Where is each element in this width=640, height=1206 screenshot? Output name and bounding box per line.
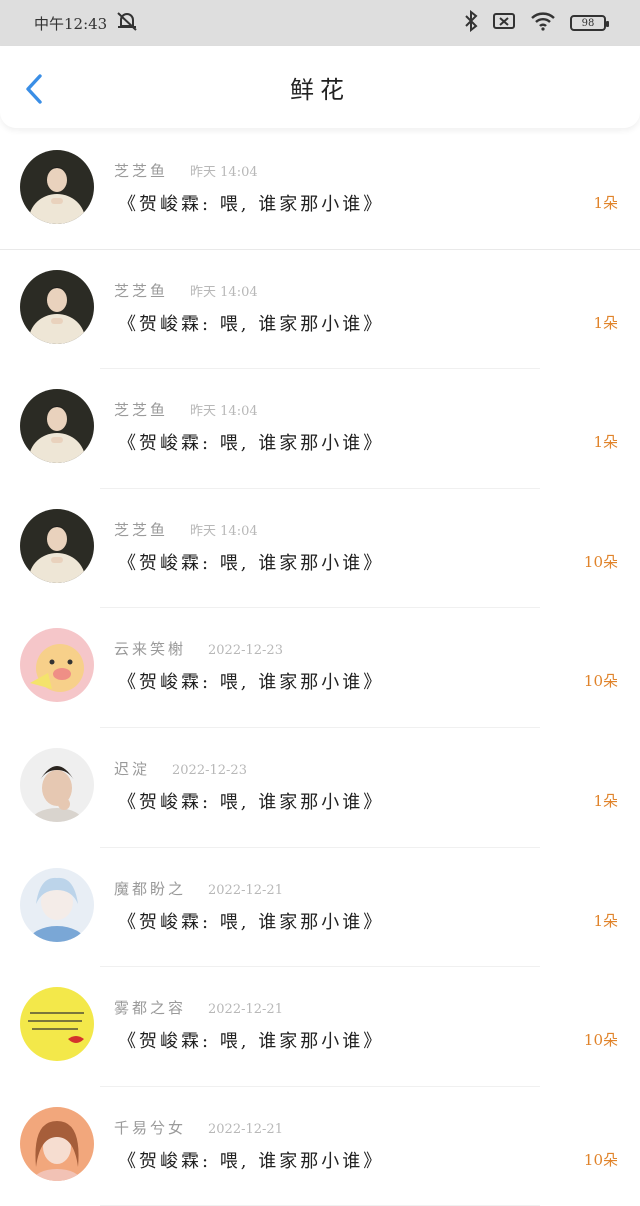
list-item[interactable]: 迟淀 2022-12-23 《贺峻霖: 喂, 谁家那小谁》 1朵 [0, 728, 640, 848]
avatar[interactable] [20, 1106, 94, 1181]
battery-icon: 98 [570, 15, 609, 31]
item-meta: 雾都之容 2022-12-21 [114, 997, 283, 1018]
send-time: 昨天 14:04 [190, 165, 258, 180]
send-time: 昨天 14:04 [190, 404, 258, 420]
list-item[interactable]: 魔都盼之 2022-12-21 《贺峻霖: 喂, 谁家那小谁》 1朵 [0, 848, 640, 968]
bluetooth-icon [464, 9, 478, 36]
send-time: 2022-12-23 [208, 643, 283, 659]
flower-count: 1朵 [593, 313, 618, 332]
battery-level: 98 [581, 17, 595, 29]
message-text: 《贺峻霖: 喂, 谁家那小谁》 [118, 1150, 385, 1172]
message-text: 《贺峻霖: 喂, 谁家那小谁》 [118, 791, 385, 813]
wifi-icon [530, 11, 556, 35]
flower-count: 10朵 [583, 552, 618, 571]
send-time: 昨天 14:04 [190, 523, 258, 539]
item-meta: 迟淀 2022-12-23 [114, 758, 247, 779]
list-item[interactable]: 芝芝鱼 昨天 14:04 《贺峻霖: 喂, 谁家那小谁》 10朵 [0, 489, 640, 609]
avatar[interactable] [20, 269, 94, 344]
flower-record-list: 芝芝鱼 昨天 14:04 《贺峻霖: 喂, 谁家那小谁》 1朵 芝芝鱼 昨天 14:04 《… [0, 130, 640, 1206]
sender-name: 芝芝鱼 [114, 520, 169, 539]
avatar[interactable] [20, 867, 94, 942]
item-meta: 云来笑榭 2022-12-23 [114, 638, 283, 659]
item-meta: 芝芝鱼 昨天 14:04 [114, 280, 258, 301]
flower-count: 10朵 [583, 672, 618, 691]
avatar[interactable] [20, 150, 94, 224]
chevron-left-icon [26, 74, 42, 104]
flower-count: 1朵 [593, 911, 618, 930]
send-time: 2022-12-21 [208, 1121, 283, 1137]
sender-name: 千易兮女 [114, 1118, 187, 1137]
item-meta: 芝芝鱼 昨天 14:04 [114, 519, 258, 540]
list-item[interactable]: 千易兮女 2022-12-21 《贺峻霖: 喂, 谁家那小谁》 10朵 [0, 1087, 640, 1206]
item-meta: 千易兮女 2022-12-21 [114, 1117, 283, 1138]
avatar[interactable] [20, 747, 94, 822]
item-meta: 芝芝鱼 昨天 14:04 [114, 399, 258, 420]
page-title: 鲜花 [290, 75, 350, 104]
list-item[interactable]: 芝芝鱼 昨天 14:04 《贺峻霖: 喂, 谁家那小谁》 1朵 [0, 250, 640, 370]
list-item[interactable]: 芝芝鱼 昨天 14:04 《贺峻霖: 喂, 谁家那小谁》 1朵 [0, 369, 640, 489]
sender-name: 芝芝鱼 [114, 162, 169, 180]
message-text: 《贺峻霖: 喂, 谁家那小谁》 [118, 552, 385, 574]
flower-count: 1朵 [593, 194, 618, 212]
sender-name: 雾都之容 [114, 999, 187, 1018]
avatar[interactable] [20, 389, 94, 464]
status-right: 98 [464, 9, 609, 36]
send-time: 昨天 14:04 [190, 284, 258, 300]
sender-name: 云来笑榭 [114, 640, 187, 659]
send-time: 2022-12-21 [208, 1002, 283, 1018]
nav-bar: 鲜花 [0, 46, 640, 128]
flower-count: 1朵 [593, 791, 618, 810]
sender-name: 魔都盼之 [114, 879, 187, 898]
item-meta: 魔都盼之 2022-12-21 [114, 878, 283, 899]
message-text: 《贺峻霖: 喂, 谁家那小谁》 [118, 433, 385, 455]
avatar[interactable] [20, 628, 94, 703]
back-button[interactable] [20, 72, 50, 106]
sim-icon [492, 11, 516, 35]
sender-name: 芝芝鱼 [114, 281, 169, 300]
item-meta: 芝芝鱼 昨天 14:04 [114, 160, 258, 181]
status-bar: 中午12:43 98 [0, 0, 640, 46]
send-time: 2022-12-23 [172, 762, 247, 778]
message-text: 《贺峻霖: 喂, 谁家那小谁》 [118, 194, 385, 215]
avatar[interactable] [20, 987, 94, 1062]
sender-name: 迟淀 [114, 759, 151, 778]
list-item[interactable]: 雾都之容 2022-12-21 《贺峻霖: 喂, 谁家那小谁》 10朵 [0, 967, 640, 1087]
list-item[interactable]: 芝芝鱼 昨天 14:04 《贺峻霖: 喂, 谁家那小谁》 1朵 [0, 130, 640, 250]
sender-name: 芝芝鱼 [114, 401, 169, 420]
list-item[interactable]: 云来笑榭 2022-12-23 《贺峻霖: 喂, 谁家那小谁》 10朵 [0, 608, 640, 728]
message-text: 《贺峻霖: 喂, 谁家那小谁》 [118, 911, 385, 933]
avatar[interactable] [20, 508, 94, 583]
mute-icon [115, 10, 139, 36]
send-time: 2022-12-21 [208, 882, 283, 898]
message-text: 《贺峻霖: 喂, 谁家那小谁》 [118, 313, 385, 335]
message-text: 《贺峻霖: 喂, 谁家那小谁》 [118, 1031, 385, 1053]
message-text: 《贺峻霖: 喂, 谁家那小谁》 [118, 672, 385, 694]
status-time: 中午12:43 [34, 14, 108, 33]
flower-count: 10朵 [583, 1031, 618, 1050]
flower-count: 1朵 [593, 433, 618, 452]
status-left: 中午12:43 [34, 10, 139, 36]
flower-count: 10朵 [583, 1150, 618, 1169]
